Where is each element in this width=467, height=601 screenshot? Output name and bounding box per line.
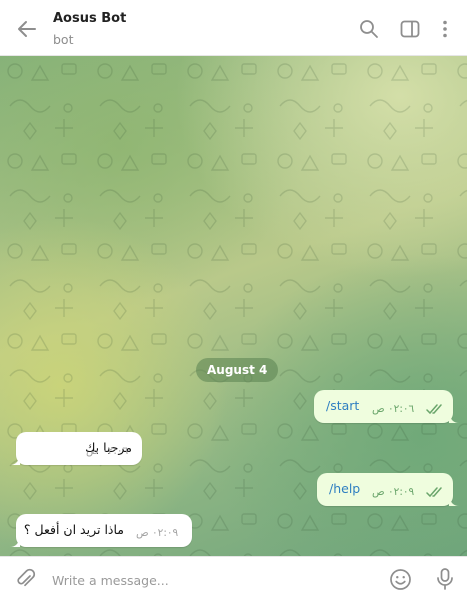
bubble-tail: [449, 496, 459, 506]
back-arrow-icon[interactable]: [14, 16, 40, 42]
double-check-icon: [426, 404, 442, 415]
emoji-icon[interactable]: [389, 568, 412, 591]
search-icon[interactable]: [358, 18, 380, 40]
bubble-tail: [10, 537, 20, 547]
message-bubble-incoming[interactable]: ماذا تريد ان أفعل ؟ ٠٢:٠٩ ص: [10, 514, 192, 547]
bubble-tail: [10, 455, 20, 465]
message-time: ٠٢:٠٦ ص: [86, 445, 129, 457]
chat-area[interactable]: August 4 /start ٠٢:٠٦ ص مرحبا بك ٠٢:٠٦ ص…: [0, 56, 467, 556]
message-bubble-outgoing[interactable]: /start ٠٢:٠٦ ص: [314, 390, 459, 423]
message-input[interactable]: [50, 565, 374, 595]
bot-command-link[interactable]: /help: [329, 481, 360, 496]
chat-subtitle: bot: [53, 32, 74, 47]
message-bubble-outgoing[interactable]: /help ٠٢:٠٩ ص: [317, 473, 459, 506]
message-bubble-incoming[interactable]: مرحبا بك ٠٢:٠٦ ص: [10, 432, 142, 465]
message-time: ٠٢:٠٩ ص: [136, 527, 179, 539]
message-text: ماذا تريد ان أفعل ؟: [23, 522, 124, 537]
microphone-icon[interactable]: [434, 567, 456, 591]
date-chip: August 4: [196, 358, 279, 382]
more-menu-icon[interactable]: [434, 18, 456, 40]
sidebar-toggle-icon[interactable]: [399, 18, 421, 40]
double-check-icon: [426, 487, 442, 498]
chat-header: Aosus Bot bot: [0, 0, 467, 56]
paperclip-icon[interactable]: [14, 568, 36, 590]
message-time: ٠٢:٠٦ ص: [372, 403, 415, 415]
bot-command-link[interactable]: /start: [326, 398, 359, 413]
message-composer: [0, 556, 467, 601]
bubble-tail: [449, 413, 459, 423]
message-time: ٠٢:٠٩ ص: [372, 486, 415, 498]
chat-title[interactable]: Aosus Bot: [53, 11, 126, 26]
